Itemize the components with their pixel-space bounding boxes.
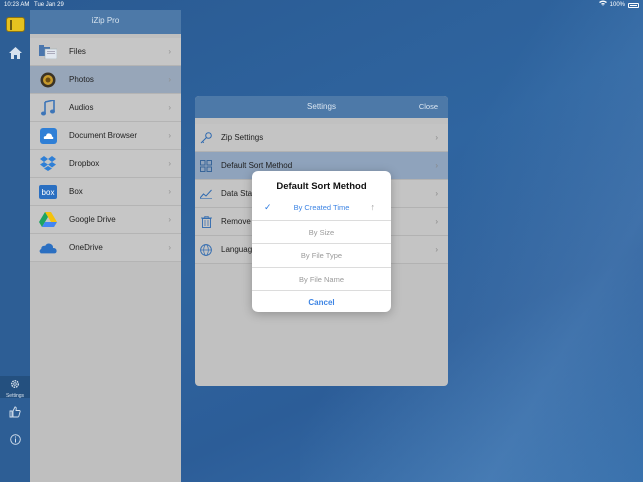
- sort-option-label: By File Name: [298, 274, 344, 284]
- sheet-title: Default Sort Method: [276, 181, 367, 192]
- source-item-google-drive[interactable]: Google Drive ›: [30, 206, 181, 234]
- chevron-right-icon: ›: [168, 75, 171, 84]
- chevron-right-icon: ›: [435, 133, 438, 142]
- source-label: Document Browser: [69, 131, 138, 140]
- onedrive-icon: [39, 240, 57, 256]
- source-label: OneDrive: [69, 243, 103, 252]
- source-item-document-browser[interactable]: Document Browser ›: [30, 122, 181, 150]
- source-list: Files › Photos › Audios › Document Brows…: [30, 38, 181, 262]
- settings-row-zip[interactable]: Zip Settings ›: [195, 124, 448, 152]
- dropbox-icon: [39, 155, 57, 172]
- settings-rail-label: Settings: [5, 393, 25, 399]
- source-item-onedrive[interactable]: OneDrive ›: [30, 234, 181, 262]
- settings-row-label: Default Sort Method: [221, 161, 293, 170]
- source-item-box[interactable]: box Box ›: [30, 178, 181, 206]
- sort-option-file-name[interactable]: By File Name: [252, 266, 391, 291]
- cancel-button[interactable]: Cancel: [252, 290, 391, 312]
- source-item-audios[interactable]: Audios ›: [30, 94, 181, 122]
- photos-icon: [39, 72, 57, 88]
- sort-option-size[interactable]: By Size: [252, 219, 391, 244]
- chevron-right-icon: ›: [168, 47, 171, 56]
- info-icon[interactable]: [0, 432, 30, 450]
- thumbs-up-icon[interactable]: [0, 405, 30, 423]
- source-item-files[interactable]: Files ›: [30, 38, 181, 66]
- chevron-right-icon: ›: [435, 245, 438, 254]
- settings-header: Settings Close: [195, 96, 448, 118]
- chevron-right-icon: ›: [435, 189, 438, 198]
- status-time: 10:23 AM: [4, 2, 30, 8]
- gear-icon: [10, 376, 20, 393]
- source-label: Photos: [69, 75, 94, 84]
- box-icon: box: [39, 184, 57, 200]
- chevron-right-icon: ›: [168, 187, 171, 196]
- app-logo-icon[interactable]: [6, 17, 25, 32]
- chevron-right-icon: ›: [168, 215, 171, 224]
- sort-option-file-type[interactable]: By File Type: [252, 243, 391, 267]
- battery-percent: 100%: [609, 2, 625, 8]
- settings-title: Settings: [307, 102, 336, 111]
- key-icon: [200, 131, 212, 144]
- chevron-right-icon: ›: [435, 217, 438, 226]
- battery-icon: [628, 2, 639, 8]
- cloud-icon: [39, 127, 57, 144]
- app-title: iZip Pro: [30, 10, 181, 34]
- source-panel: iZip Pro Files › Photos › Audios › Docum…: [30, 10, 181, 482]
- music-note-icon: [39, 99, 57, 116]
- sort-option-created-time[interactable]: ✓ By Created Time ↑: [252, 196, 391, 220]
- google-drive-icon: [39, 211, 57, 228]
- source-item-photos[interactable]: Photos ›: [30, 66, 181, 94]
- sort-option-label: By Size: [308, 227, 335, 237]
- wifi-icon: [598, 0, 607, 10]
- source-item-dropbox[interactable]: Dropbox ›: [30, 150, 181, 178]
- status-date: Tue Jan 29: [34, 2, 64, 8]
- chevron-right-icon: ›: [435, 161, 438, 170]
- source-label: Files: [69, 47, 86, 56]
- chevron-right-icon: ›: [168, 131, 171, 140]
- status-bar: 10:23 AM Tue Jan 29 100%: [0, 0, 643, 10]
- sort-method-sheet: Default Sort Method ✓ By Created Time ↑ …: [252, 171, 391, 312]
- chart-icon: [200, 188, 212, 200]
- source-label: Box: [69, 187, 83, 196]
- settings-row-label: Zip Settings: [221, 133, 264, 142]
- checkmark-icon: ✓: [264, 202, 272, 212]
- svg-text:box: box: [42, 188, 55, 197]
- status-right: 100%: [598, 0, 639, 10]
- sort-option-label: By File Type: [300, 251, 343, 260]
- folder-icon: [39, 44, 57, 60]
- chevron-right-icon: ›: [168, 243, 171, 252]
- left-rail: Settings: [0, 10, 30, 482]
- chevron-right-icon: ›: [168, 103, 171, 112]
- globe-icon: [200, 243, 212, 256]
- source-label: Audios: [69, 103, 94, 112]
- close-button[interactable]: Close: [419, 96, 438, 118]
- arrow-up-icon[interactable]: ↑: [371, 196, 376, 219]
- sort-option-label: By Created Time: [293, 203, 350, 212]
- chevron-right-icon: ›: [168, 159, 171, 168]
- grid-icon: [200, 159, 212, 172]
- source-label: Dropbox: [69, 159, 100, 168]
- source-label: Google Drive: [69, 215, 116, 224]
- home-icon[interactable]: [0, 46, 30, 64]
- trash-icon: [200, 215, 212, 228]
- settings-rail-button[interactable]: Settings: [0, 376, 30, 399]
